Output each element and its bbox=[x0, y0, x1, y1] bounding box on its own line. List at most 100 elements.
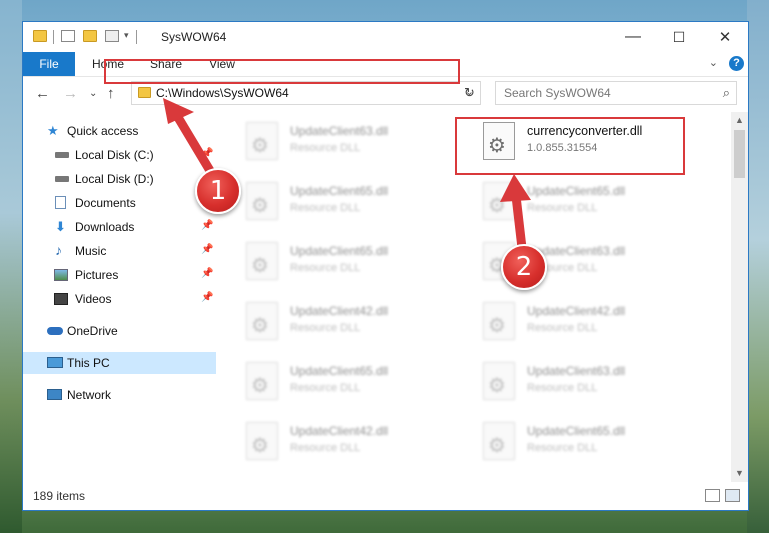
list-item[interactable]: ⚙ UpdateClient63.dll Resource DLL bbox=[483, 358, 703, 408]
star-icon: ★ bbox=[47, 123, 59, 138]
recent-locations-chevron-icon[interactable]: ⌄ bbox=[89, 88, 97, 99]
gear-icon: ⚙ bbox=[251, 195, 269, 217]
list-item[interactable]: ⚙ UpdateClient42.dll Resource DLL bbox=[246, 418, 466, 468]
sidebar-item-pictures[interactable]: Pictures 📌 bbox=[23, 264, 216, 286]
list-item[interactable]: ⚙ UpdateClient42.dll Resource DLL bbox=[483, 298, 703, 348]
close-button[interactable]: ✕ bbox=[702, 22, 748, 52]
list-item[interactable]: ⚙ UpdateClient63.dll Resource DLL bbox=[246, 118, 466, 168]
sidebar-item-music[interactable]: ♪ Music 📌 bbox=[23, 240, 216, 262]
dll-file-icon: ⚙ bbox=[483, 182, 515, 220]
search-input[interactable]: Search SysWOW64 ⌕ bbox=[495, 81, 737, 105]
item-count: 189 items bbox=[33, 489, 86, 503]
forward-arrow-icon[interactable]: → bbox=[63, 85, 78, 102]
maximize-button[interactable]: ☐ bbox=[656, 22, 702, 52]
sidebar-item-label: Documents bbox=[75, 196, 136, 210]
downloads-icon: ⬇ bbox=[55, 219, 66, 234]
tab-file[interactable]: File bbox=[23, 52, 75, 76]
toolbar-separator bbox=[136, 30, 137, 44]
file-name: UpdateClient65.dll bbox=[527, 424, 626, 438]
customize-toolbar-chevron-icon[interactable]: ▾ bbox=[124, 30, 129, 41]
pin-icon[interactable]: 📌 bbox=[201, 220, 213, 231]
title-bar: ▾ SysWOW64 — ☐ ✕ bbox=[23, 22, 748, 52]
drive-icon bbox=[55, 176, 69, 182]
dll-file-icon: ⚙ bbox=[246, 122, 278, 160]
step-2-badge: 2 bbox=[501, 244, 547, 290]
refresh-icon[interactable]: ↻ bbox=[459, 81, 481, 105]
dll-file-icon: ⚙ bbox=[246, 242, 278, 280]
file-type: Resource DLL bbox=[527, 382, 598, 394]
scroll-down-icon[interactable]: ▼ bbox=[731, 465, 748, 482]
navigation-pane: ★ Quick access Local Disk (C:) 📌 Local D… bbox=[23, 112, 216, 482]
address-folder-icon bbox=[138, 87, 151, 98]
list-item[interactable]: ⚙ UpdateClient65.dll Resource DLL bbox=[246, 178, 466, 228]
properties-icon[interactable] bbox=[61, 30, 75, 42]
file-type: Resource DLL bbox=[290, 142, 361, 154]
sidebar-item-label: Local Disk (D:) bbox=[75, 172, 154, 186]
file-type: Resource DLL bbox=[290, 442, 361, 454]
videos-icon bbox=[54, 293, 68, 305]
large-icons-view-icon[interactable] bbox=[725, 489, 740, 502]
address-bar-highlight bbox=[104, 59, 460, 84]
file-type: Resource DLL bbox=[290, 202, 361, 214]
pictures-icon bbox=[54, 269, 68, 281]
music-icon: ♪ bbox=[55, 242, 62, 258]
network-icon bbox=[47, 389, 62, 400]
sidebar-item-local-disk-c[interactable]: Local Disk (C:) 📌 bbox=[23, 144, 216, 166]
gear-icon: ⚙ bbox=[251, 375, 269, 397]
new-folder-icon[interactable] bbox=[83, 30, 97, 42]
gear-icon: ⚙ bbox=[251, 435, 269, 457]
gear-icon: ⚙ bbox=[488, 435, 506, 457]
file-name: UpdateClient42.dll bbox=[290, 424, 389, 438]
back-arrow-icon[interactable]: ← bbox=[35, 85, 50, 102]
list-item[interactable]: ⚙ UpdateClient65.dll Resource DLL bbox=[246, 358, 466, 408]
file-name: UpdateClient42.dll bbox=[527, 304, 626, 318]
sidebar-item-videos[interactable]: Videos 📌 bbox=[23, 288, 216, 310]
minimize-button[interactable]: — bbox=[610, 22, 656, 52]
vertical-scrollbar[interactable]: ▲ ▼ bbox=[731, 112, 748, 482]
sidebar-item-documents[interactable]: Documents 📌 bbox=[23, 192, 216, 214]
gear-icon: ⚙ bbox=[251, 135, 269, 157]
file-name: UpdateClient65.dll bbox=[290, 364, 389, 378]
file-name: UpdateClient65.dll bbox=[290, 184, 389, 198]
sidebar-item-onedrive[interactable]: OneDrive bbox=[23, 320, 216, 342]
help-icon[interactable]: ? bbox=[729, 56, 744, 71]
up-arrow-icon[interactable]: ↑ bbox=[107, 85, 115, 102]
sidebar-item-label: Network bbox=[67, 388, 112, 402]
details-view-icon[interactable] bbox=[705, 489, 720, 502]
list-item[interactable]: ⚙ UpdateClient65.dll Resource DLL bbox=[483, 418, 703, 468]
address-path[interactable]: C:\Windows\SysWOW64 bbox=[156, 86, 289, 100]
address-bar[interactable]: C:\Windows\SysWOW64 ⌄ bbox=[131, 81, 481, 105]
sidebar-item-label: OneDrive bbox=[67, 324, 118, 338]
search-icon[interactable]: ⌕ bbox=[723, 85, 730, 101]
sidebar-item-label: Pictures bbox=[75, 268, 119, 282]
list-item[interactable]: ⚙ UpdateClient65.dll Resource DLL bbox=[483, 178, 703, 228]
scroll-thumb[interactable] bbox=[734, 130, 745, 178]
pin-icon[interactable]: 📌 bbox=[201, 292, 213, 303]
pin-icon[interactable]: 📌 bbox=[201, 244, 213, 255]
window-title: SysWOW64 bbox=[161, 30, 227, 44]
file-name: UpdateClient65.dll bbox=[527, 184, 626, 198]
file-name: UpdateClient42.dll bbox=[290, 304, 389, 318]
gear-icon: ⚙ bbox=[488, 315, 506, 337]
sidebar-item-label: This PC bbox=[67, 356, 110, 370]
expand-ribbon-chevron-icon[interactable]: ⌄ bbox=[709, 56, 718, 69]
dll-file-icon: ⚙ bbox=[246, 302, 278, 340]
desktop-wallpaper-right bbox=[747, 0, 769, 533]
explorer-window: ▾ SysWOW64 — ☐ ✕ File Home Share View ⌄ … bbox=[22, 21, 749, 511]
scroll-up-icon[interactable]: ▲ bbox=[731, 112, 748, 129]
pin-icon[interactable]: 📌 bbox=[201, 268, 213, 279]
sidebar-item-local-disk-d[interactable]: Local Disk (D:) bbox=[23, 168, 216, 190]
folder-icon bbox=[33, 30, 47, 42]
sidebar-item-quick-access[interactable]: ★ Quick access bbox=[23, 120, 216, 142]
sidebar-item-this-pc[interactable]: This PC bbox=[23, 352, 216, 374]
list-item[interactable]: ⚙ UpdateClient42.dll Resource DLL bbox=[246, 298, 466, 348]
pin-icon[interactable]: 📌 bbox=[201, 148, 213, 159]
sidebar-item-label: Local Disk (C:) bbox=[75, 148, 154, 162]
documents-icon bbox=[55, 196, 66, 209]
computer-icon bbox=[47, 357, 63, 368]
list-item[interactable]: ⚙ UpdateClient65.dll Resource DLL bbox=[246, 238, 466, 288]
sidebar-item-downloads[interactable]: ⬇ Downloads 📌 bbox=[23, 216, 216, 238]
quick-access-toolbar-icon[interactable] bbox=[105, 30, 119, 42]
sidebar-item-network[interactable]: Network bbox=[23, 384, 216, 406]
dll-file-icon: ⚙ bbox=[246, 362, 278, 400]
